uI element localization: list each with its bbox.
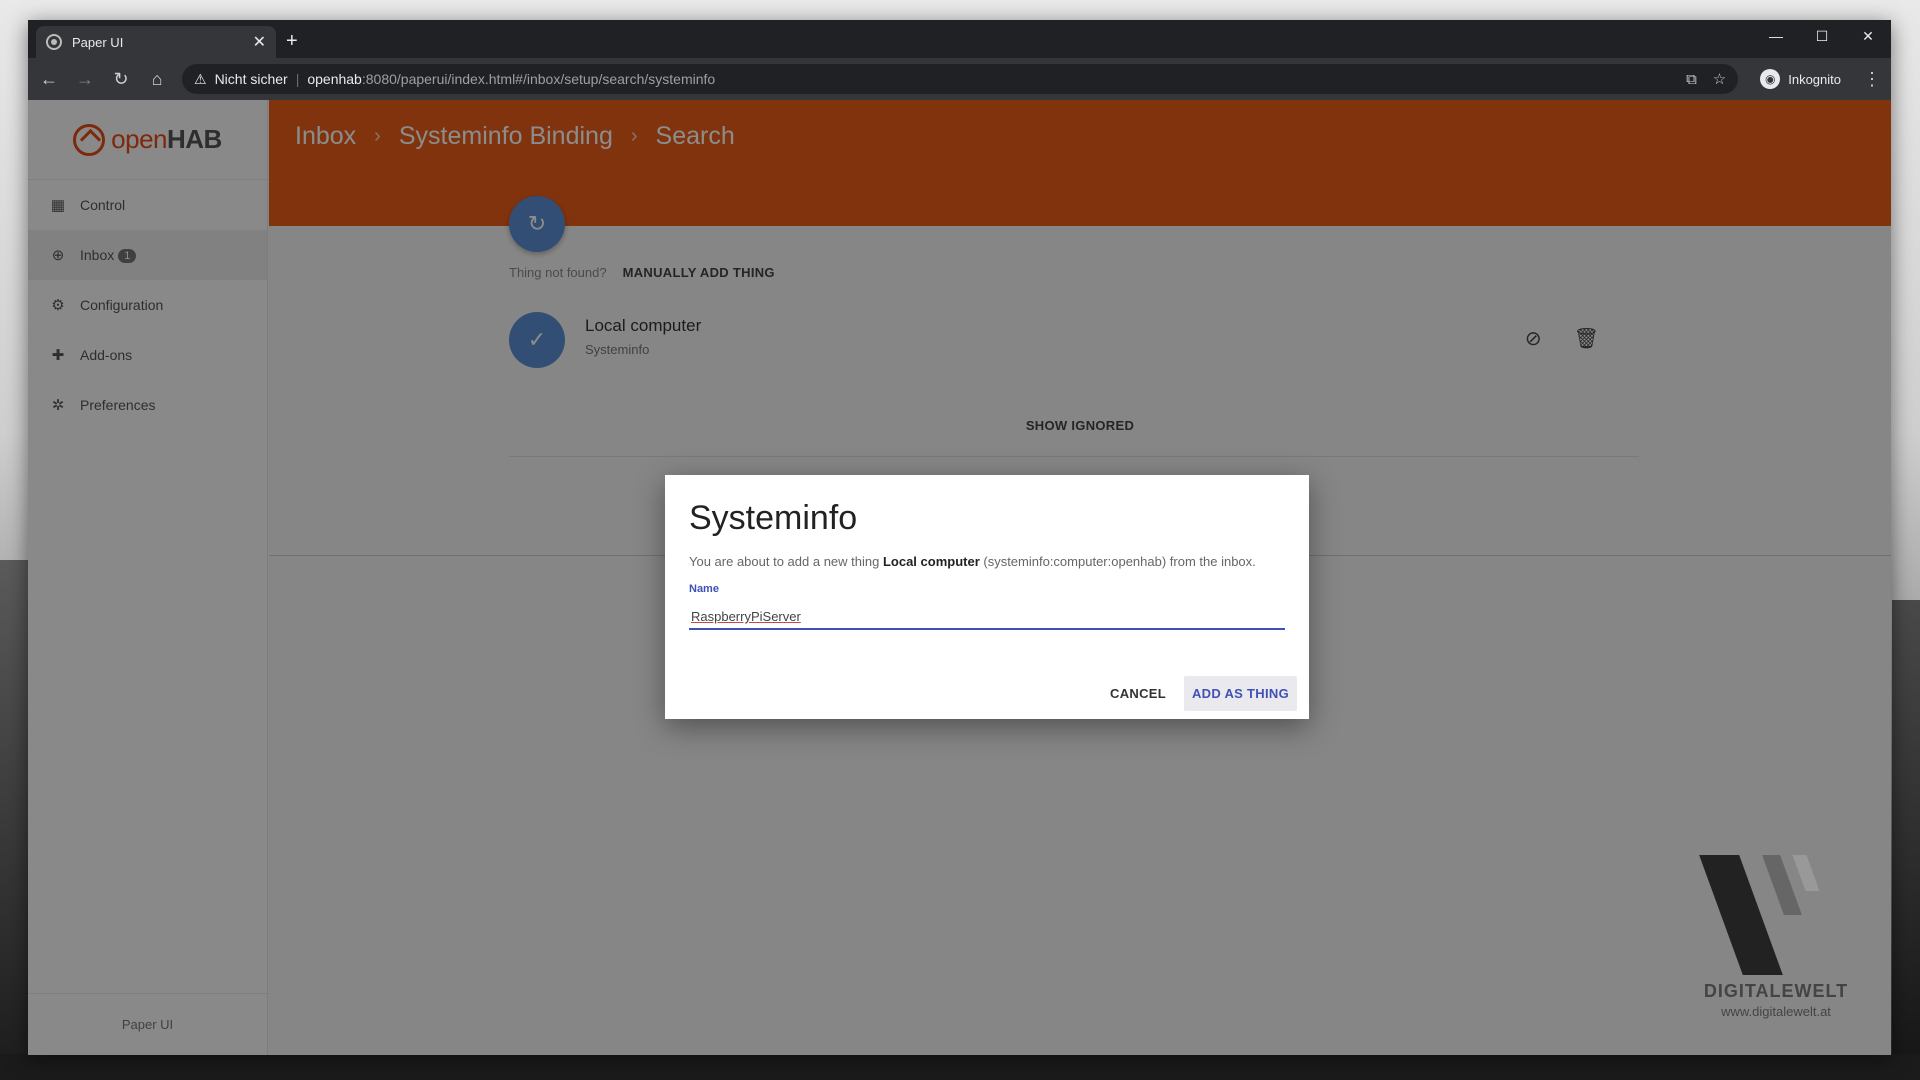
cancel-button[interactable]: CANCEL: [1102, 676, 1174, 711]
dialog-title: Systeminfo: [689, 499, 858, 537]
translate-icon[interactable]: ⧉: [1686, 71, 1697, 88]
incognito-indicator[interactable]: ◉ Inkognito: [1752, 66, 1849, 92]
window-controls: — ☐ ✕: [1753, 20, 1891, 52]
url-host: openhab: [307, 71, 362, 87]
browser-titlebar: Paper UI ✕ + — ☐ ✕: [28, 20, 1891, 58]
tab-close-icon[interactable]: ✕: [253, 32, 266, 52]
tab-title: Paper UI: [72, 34, 124, 50]
bookmark-star-icon[interactable]: ☆: [1713, 70, 1726, 88]
warning-triangle-icon[interactable]: ⚠: [194, 71, 207, 88]
dialog-text-suffix: (systeminfo:computer:openhab) from the i…: [979, 554, 1256, 569]
not-secure-label[interactable]: Nicht sicher: [215, 71, 288, 87]
browser-toolbar: ← → ↻ ⌂ ⚠ Nicht sicher | openhab:8080/pa…: [28, 58, 1891, 100]
maximize-button[interactable]: ☐: [1799, 20, 1845, 52]
browser-window: Paper UI ✕ + — ☐ ✕ ← → ↻ ⌂ ⚠ Nicht siche…: [28, 20, 1891, 1055]
browser-menu-icon[interactable]: ⋮: [1863, 69, 1881, 90]
watermark-url: www.digitalewelt.at: [1721, 1004, 1831, 1019]
minimize-button[interactable]: —: [1753, 20, 1799, 52]
address-bar[interactable]: ⚠ Nicht sicher | openhab:8080/paperui/in…: [182, 64, 1739, 94]
url-text[interactable]: openhab:8080/paperui/index.html#/inbox/s…: [307, 71, 715, 87]
name-field-label: Name: [689, 583, 719, 595]
incognito-label: Inkognito: [1788, 71, 1841, 87]
desktop-backdrop-right: [1892, 600, 1920, 1080]
address-bar-actions: ⧉ ☆: [1686, 70, 1726, 89]
dialog-description: You are about to add a new thing Local c…: [689, 554, 1285, 569]
dialog-text-thing: Local computer: [882, 554, 980, 569]
back-arrow-icon[interactable]: ←: [38, 69, 60, 90]
home-icon[interactable]: ⌂: [146, 69, 168, 90]
reload-icon[interactable]: ↻: [110, 69, 132, 90]
new-tab-icon[interactable]: +: [286, 30, 298, 53]
address-separator: |: [295, 71, 300, 87]
add-thing-dialog: Systeminfo You are about to add a new th…: [665, 475, 1309, 719]
dialog-text-prefix: You are about to add a new thing: [689, 554, 883, 569]
dialog-actions: CANCEL ADD AS THING: [1102, 676, 1297, 711]
forward-arrow-icon[interactable]: →: [74, 69, 96, 90]
close-window-button[interactable]: ✕: [1845, 20, 1891, 52]
digitalewelt-logo-icon: [1699, 855, 1841, 975]
openhab-favicon-icon: [46, 34, 62, 50]
browser-tab[interactable]: Paper UI ✕: [36, 26, 276, 58]
desktop-bottom-strip: [0, 1054, 1920, 1080]
incognito-icon: ◉: [1760, 69, 1781, 89]
url-path: :8080/paperui/index.html#/inbox/setup/se…: [361, 71, 716, 87]
digitalewelt-watermark: DIGITALEWELT www.digitalewelt.at: [1699, 855, 1851, 1019]
watermark-name: DIGITALEWELT: [1703, 981, 1849, 1001]
add-as-thing-button[interactable]: ADD AS THING: [1183, 676, 1297, 711]
name-input[interactable]: [689, 605, 1285, 630]
